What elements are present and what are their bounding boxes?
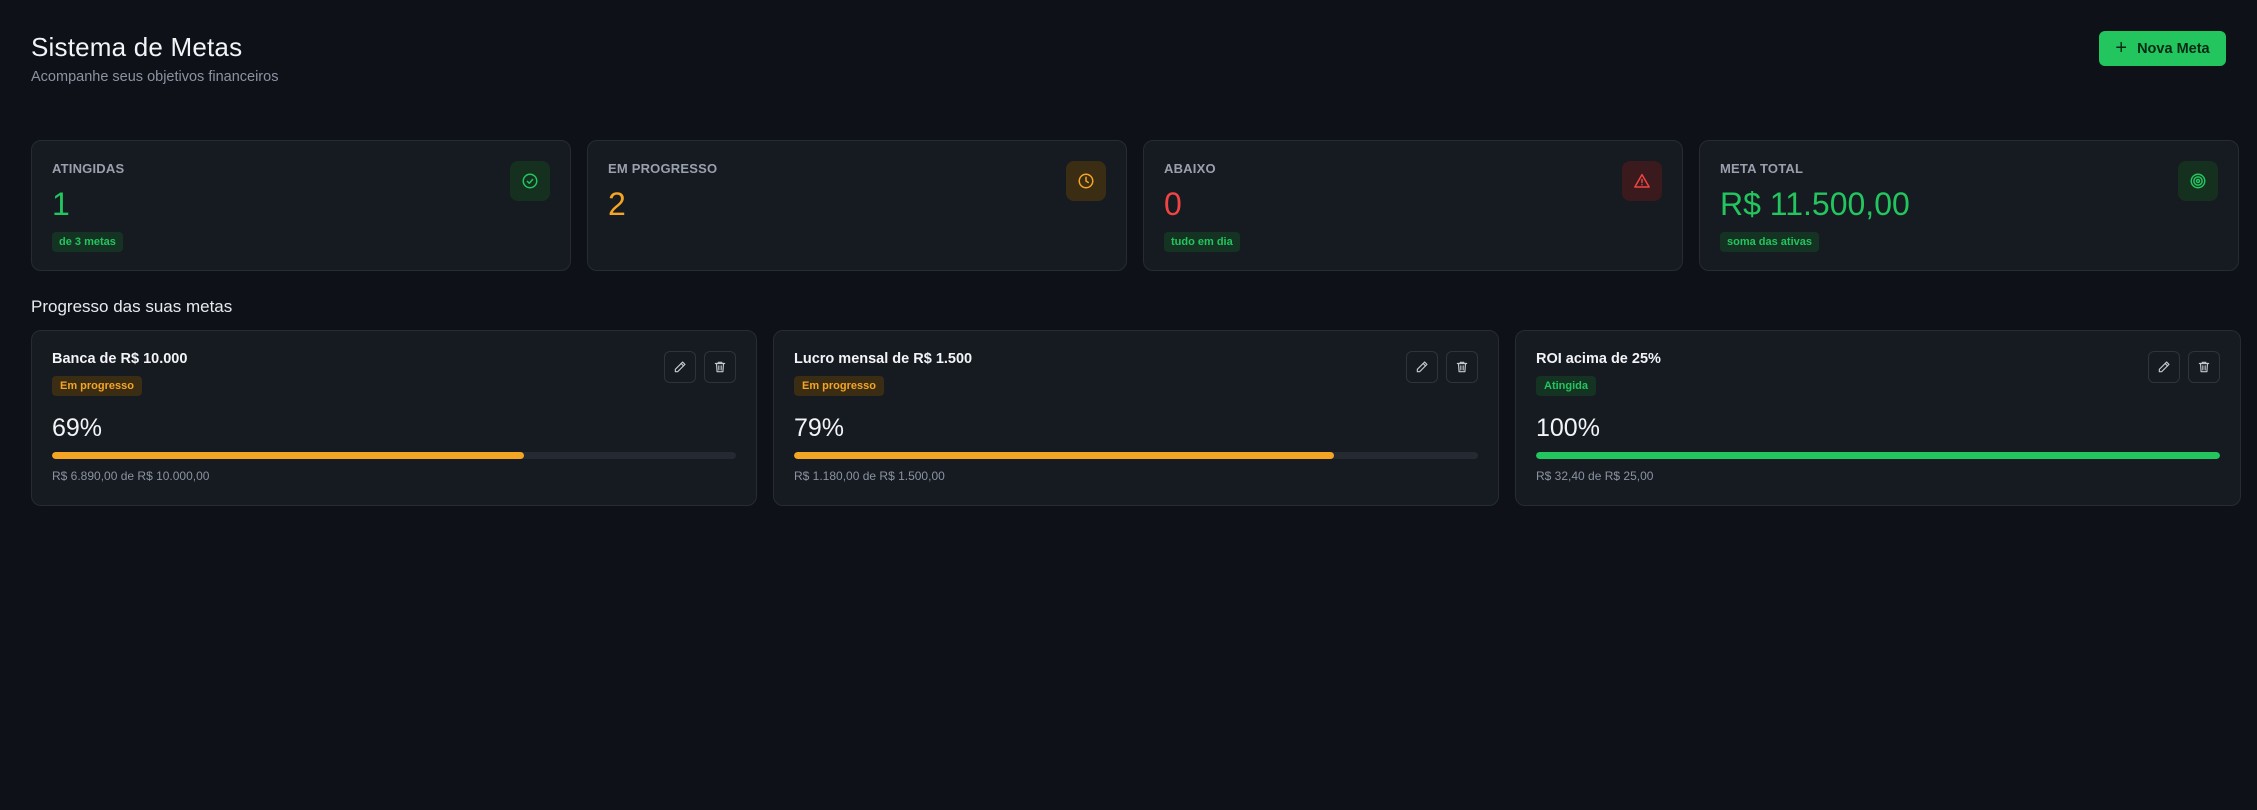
- stat-label: ATINGIDAS: [52, 161, 125, 176]
- goal-actions: [664, 351, 736, 383]
- goal-card: Banca de R$ 10.000 Em progresso 69% R$ 6…: [31, 330, 757, 506]
- pencil-icon: [674, 361, 686, 373]
- stat-card-total: META TOTAL R$ 11.500,00 soma das ativas: [1699, 140, 2239, 271]
- stat-pill: tudo em dia: [1164, 232, 1240, 252]
- goal-title: ROI acima de 25%: [1536, 351, 1661, 367]
- goals-page: Sistema de Metas Acompanhe seus objetivo…: [0, 0, 2257, 810]
- stat-label: EM PROGRESSO: [608, 161, 718, 176]
- trash-icon: [2198, 361, 2210, 373]
- pencil-icon: [1416, 361, 1428, 373]
- stat-value: 2: [608, 186, 626, 222]
- progress-fill: [1536, 452, 2220, 459]
- goal-card: ROI acima de 25% Atingida 100% R$ 32,40 …: [1515, 330, 2241, 506]
- goals-list: Banca de R$ 10.000 Em progresso 69% R$ 6…: [31, 330, 2241, 506]
- page-header: Sistema de Metas Acompanhe seus objetivo…: [31, 31, 2226, 109]
- trash-icon: [1456, 361, 1468, 373]
- stats-row: ATINGIDAS 1 de 3 metas EM PROGRESSO 2 AB…: [31, 140, 2239, 271]
- new-goal-label: Nova Meta: [2137, 40, 2210, 57]
- stat-card-achieved: ATINGIDAS 1 de 3 metas: [31, 140, 571, 271]
- stat-value: 0: [1164, 186, 1182, 222]
- edit-button[interactable]: [664, 351, 696, 383]
- stat-card-in-progress: EM PROGRESSO 2: [587, 140, 1127, 271]
- goal-title: Lucro mensal de R$ 1.500: [794, 351, 973, 367]
- progress-track: [1536, 452, 2220, 459]
- stat-pill: de 3 metas: [52, 232, 123, 252]
- edit-button[interactable]: [1406, 351, 1438, 383]
- stat-value: 1: [52, 186, 70, 222]
- delete-button[interactable]: [704, 351, 736, 383]
- goal-percent: 79%: [794, 414, 845, 442]
- stat-label: ABAIXO: [1164, 161, 1216, 176]
- plus-icon: +: [2115, 36, 2128, 59]
- new-goal-button[interactable]: + Nova Meta: [2099, 31, 2226, 66]
- goal-actions: [2148, 351, 2220, 383]
- progress-track: [52, 452, 736, 459]
- goal-amount: R$ 6.890,00 de R$ 10.000,00: [52, 469, 210, 483]
- stat-value: R$ 11.500,00: [1720, 186, 1910, 222]
- goal-actions: [1406, 351, 1478, 383]
- goal-title: Banca de R$ 10.000: [52, 351, 188, 367]
- goal-percent: 69%: [52, 414, 103, 442]
- pencil-icon: [2158, 361, 2170, 373]
- status-badge: Em progresso: [52, 376, 142, 396]
- stat-card-below: ABAIXO 0 tudo em dia: [1143, 140, 1683, 271]
- delete-button[interactable]: [2188, 351, 2220, 383]
- page-title: Sistema de Metas: [31, 32, 243, 62]
- progress-fill: [794, 452, 1335, 459]
- edit-button[interactable]: [2148, 351, 2180, 383]
- stat-pill: soma das ativas: [1720, 232, 1819, 252]
- check-circle-icon: [510, 161, 550, 201]
- progress-track: [794, 452, 1478, 459]
- goal-percent: 100%: [1536, 414, 1600, 442]
- progress-fill: [52, 452, 524, 459]
- stat-label: META TOTAL: [1720, 161, 1804, 176]
- clock-icon: [1066, 161, 1106, 201]
- goal-card: Lucro mensal de R$ 1.500 Em progresso 79…: [773, 330, 1499, 506]
- goal-amount: R$ 1.180,00 de R$ 1.500,00: [794, 469, 945, 483]
- trash-icon: [714, 361, 726, 373]
- alert-triangle-icon: [1622, 161, 1662, 201]
- page-subtitle: Acompanhe seus objetivos financeiros: [31, 69, 279, 85]
- section-title: Progresso das suas metas: [31, 297, 233, 316]
- status-badge: Atingida: [1536, 376, 1596, 396]
- status-badge: Em progresso: [794, 376, 884, 396]
- goal-amount: R$ 32,40 de R$ 25,00: [1536, 469, 1654, 483]
- delete-button[interactable]: [1446, 351, 1478, 383]
- target-icon: [2178, 161, 2218, 201]
